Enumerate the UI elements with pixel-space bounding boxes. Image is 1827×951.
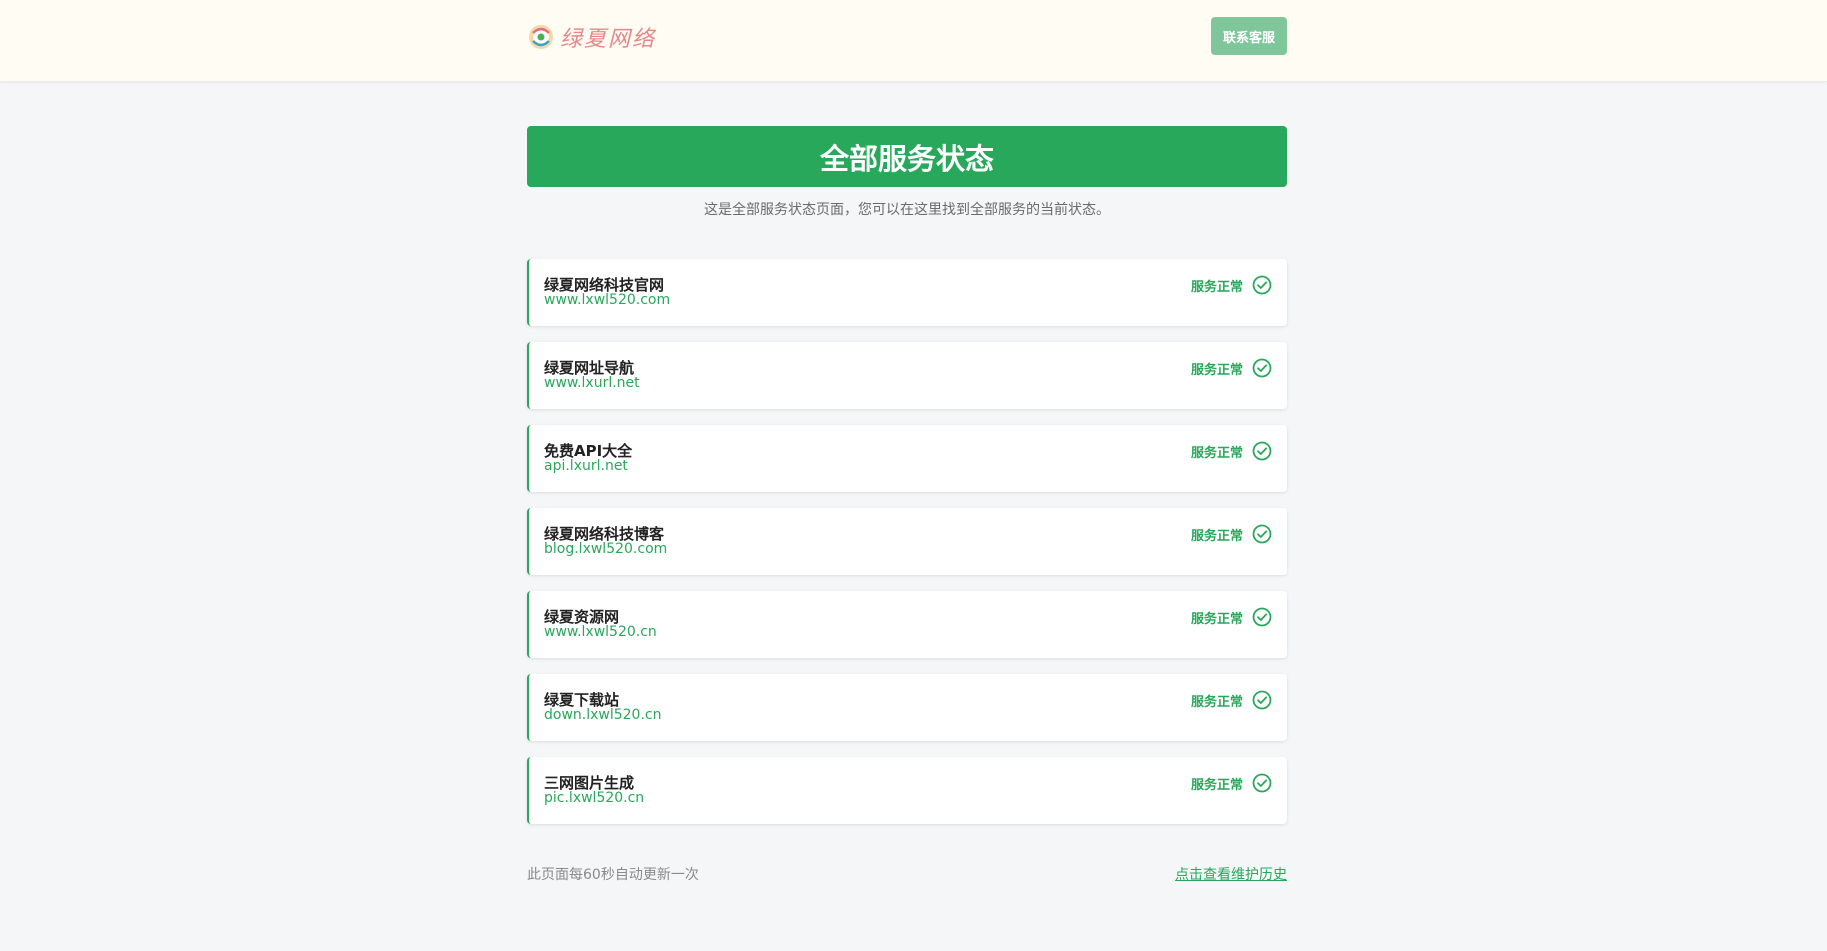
service-url-link[interactable]: down.lxwl520.cn — [544, 707, 661, 723]
service-status: 服务正常 — [1191, 358, 1272, 378]
status-text: 服务正常 — [1190, 694, 1243, 710]
service-status: 服务正常 — [1191, 607, 1272, 627]
service-status: 服务正常 — [1191, 690, 1272, 710]
service-list: 绿夏网络科技官网 www.lxwl520.com 服务正常 绿夏网址导航 www… — [527, 259, 1287, 840]
service-url-link[interactable]: www.lxwl520.com — [544, 292, 670, 308]
status-text: 服务正常 — [1190, 362, 1243, 378]
service-card: 绿夏网络科技官网 www.lxwl520.com 服务正常 — [527, 259, 1287, 326]
status-text: 服务正常 — [1190, 528, 1243, 544]
page-title: 全部服务状态 — [527, 126, 1287, 187]
check-circle-icon — [1252, 607, 1272, 627]
maintenance-history-link[interactable]: 点击查看维护历史 — [1175, 864, 1287, 884]
status-text: 服务正常 — [1190, 611, 1243, 627]
check-circle-icon — [1252, 358, 1272, 378]
check-circle-icon — [1252, 441, 1272, 461]
service-url-link[interactable]: pic.lxwl520.cn — [544, 790, 644, 806]
status-text: 服务正常 — [1190, 279, 1243, 295]
check-circle-icon — [1252, 690, 1272, 710]
service-card: 三网图片生成 pic.lxwl520.cn 服务正常 — [527, 757, 1287, 824]
logo-icon — [529, 25, 553, 49]
service-card: 绿夏网络科技博客 blog.lxwl520.com 服务正常 — [527, 508, 1287, 575]
service-status: 服务正常 — [1191, 524, 1272, 544]
service-url-link[interactable]: www.lxurl.net — [544, 375, 640, 391]
contact-support-button[interactable]: 联系客服 — [1211, 17, 1287, 55]
page-subtitle: 这是全部服务状态页面，您可以在这里找到全部服务的当前状态。 — [704, 202, 1110, 218]
service-card: 绿夏网址导航 www.lxurl.net 服务正常 — [527, 342, 1287, 409]
service-status: 服务正常 — [1191, 441, 1272, 461]
check-circle-icon — [1252, 773, 1272, 793]
service-card: 绿夏资源网 www.lxwl520.cn 服务正常 — [527, 591, 1287, 658]
site-logo[interactable]: 绿夏网络 — [527, 20, 656, 54]
service-card: 免费API大全 api.lxurl.net 服务正常 — [527, 425, 1287, 492]
status-text: 服务正常 — [1190, 445, 1243, 461]
service-url-link[interactable]: api.lxurl.net — [544, 458, 628, 474]
status-text: 服务正常 — [1190, 777, 1243, 793]
service-status: 服务正常 — [1191, 773, 1272, 793]
logo-text: 绿夏网络 — [560, 27, 657, 52]
auto-refresh-note: 此页面每60秒自动更新一次 — [527, 867, 699, 883]
service-url-link[interactable]: www.lxwl520.cn — [544, 624, 657, 640]
service-status: 服务正常 — [1191, 275, 1272, 295]
service-card: 绿夏下载站 down.lxwl520.cn 服务正常 — [527, 674, 1287, 741]
service-url-link[interactable]: blog.lxwl520.com — [544, 541, 667, 557]
header: 绿夏网络 联系客服 — [0, 0, 1827, 82]
check-circle-icon — [1252, 275, 1272, 295]
check-circle-icon — [1252, 524, 1272, 544]
